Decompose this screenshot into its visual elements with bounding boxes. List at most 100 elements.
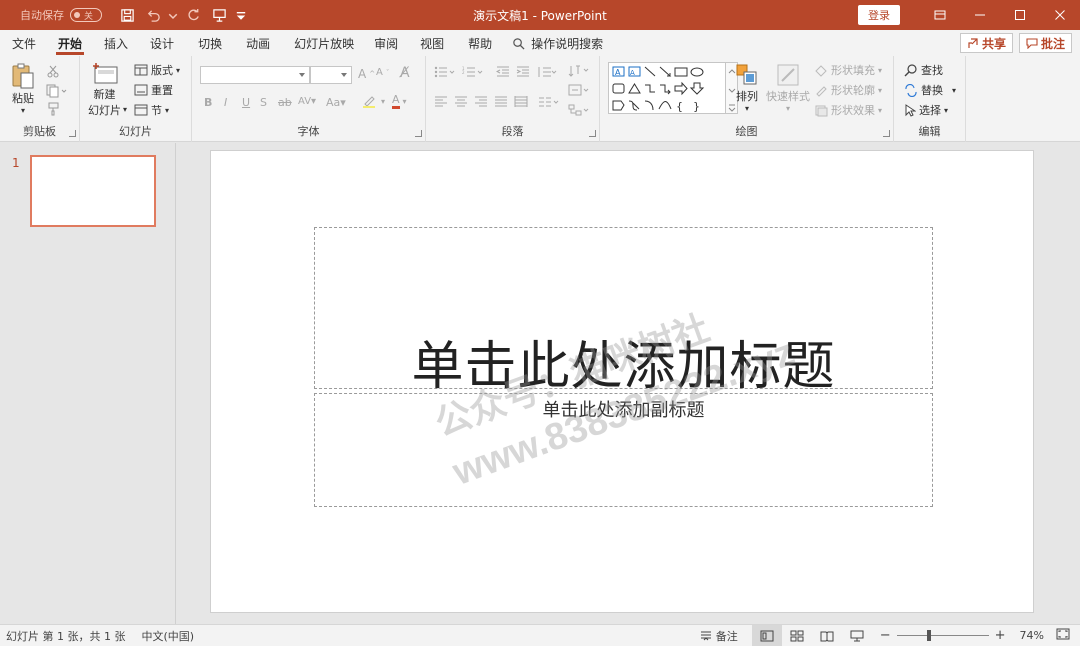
bullets-icon[interactable] xyxy=(434,66,456,78)
undo-icon[interactable] xyxy=(142,4,164,26)
text-direction-icon[interactable] xyxy=(568,64,590,78)
tab-design[interactable]: 设计 xyxy=(136,30,188,56)
find-button[interactable]: 查找 xyxy=(904,62,943,78)
quick-styles-button[interactable]: 快速样式 ▾ xyxy=(766,62,810,113)
numbering-icon[interactable]: 12 xyxy=(462,66,484,78)
title-placeholder[interactable]: 单击此处添加标题 xyxy=(314,227,933,397)
save-icon[interactable] xyxy=(116,4,138,26)
title-bar: 自动保存 关 演示文稿1 - PowerPoint 登录 xyxy=(0,0,1080,30)
columns-icon[interactable] xyxy=(538,96,560,108)
replace-label: 替换 xyxy=(921,84,943,97)
minimize-icon[interactable] xyxy=(960,0,1000,30)
notes-button[interactable]: 备注 xyxy=(700,628,738,644)
language-status[interactable]: 中文(中国) xyxy=(141,628,194,644)
font-launcher-icon[interactable] xyxy=(415,130,422,137)
comments-button[interactable]: 批注 xyxy=(1018,33,1072,53)
tab-review[interactable]: 审阅 xyxy=(364,30,408,56)
increase-indent-icon[interactable] xyxy=(516,66,530,78)
slide-canvas[interactable]: 单击此处添加标题 单击此处添加副标题 xyxy=(210,150,1034,613)
align-right-icon[interactable] xyxy=(474,96,488,108)
decrease-font-size-icon[interactable]: Aˇ xyxy=(376,67,389,78)
drawing-launcher-icon[interactable] xyxy=(883,130,890,137)
cut-icon[interactable] xyxy=(46,64,60,81)
strikethrough-icon[interactable]: ab xyxy=(278,96,292,109)
new-slide-dropdown-icon[interactable]: ▾ xyxy=(123,105,127,114)
paragraph-group-label: 段落 xyxy=(501,125,524,138)
paragraph-launcher-icon[interactable] xyxy=(589,130,596,137)
tab-animations[interactable]: 动画 xyxy=(232,30,284,56)
align-left-icon[interactable] xyxy=(434,96,448,108)
increase-font-size-icon[interactable]: A ^ xyxy=(358,67,375,81)
normal-view-button[interactable] xyxy=(751,624,782,646)
line-spacing-icon[interactable] xyxy=(536,66,558,78)
change-case-icon[interactable]: Aa▾ xyxy=(326,96,346,109)
shape-effects-button[interactable]: 形状效果 ▾ xyxy=(814,102,882,118)
shapes-gallery-icons: A A { } xyxy=(612,66,705,113)
shape-outline-button[interactable]: 形状轮廓 ▾ xyxy=(814,82,882,98)
maximize-icon[interactable] xyxy=(1000,0,1040,30)
close-icon[interactable] xyxy=(1040,0,1080,30)
align-center-icon[interactable] xyxy=(454,96,468,108)
clipboard-launcher-icon[interactable] xyxy=(69,130,76,137)
decrease-indent-icon[interactable] xyxy=(496,66,510,78)
highlight-icon[interactable]: ▾ xyxy=(362,94,385,108)
align-text-icon[interactable] xyxy=(568,84,590,96)
new-slide-button[interactable]: 新建 幻灯片 xyxy=(88,62,121,118)
replace-button[interactable]: 替换 ▾ xyxy=(904,82,956,98)
tab-home[interactable]: 开始 xyxy=(44,30,96,56)
zoom-in-icon[interactable]: + xyxy=(995,628,1006,643)
autosave-state: 关 xyxy=(84,11,94,22)
reading-view-button[interactable] xyxy=(812,625,842,646)
format-painter-icon[interactable] xyxy=(46,102,60,119)
autosave-toggle[interactable]: 关 xyxy=(70,8,102,22)
smartart-icon[interactable] xyxy=(568,104,590,116)
section-button[interactable]: 节 ▾ xyxy=(134,102,169,118)
font-color-icon[interactable]: A ▾ xyxy=(392,94,407,109)
tab-file[interactable]: 文件 xyxy=(4,30,44,56)
group-clipboard: 粘贴 ▾ 剪贴板 xyxy=(0,56,80,142)
ribbon-display-options-icon[interactable] xyxy=(920,0,960,30)
fit-to-window-icon[interactable] xyxy=(1056,628,1070,643)
reset-button[interactable]: 重置 xyxy=(134,82,173,98)
share-button[interactable]: 共享 xyxy=(959,33,1013,53)
tab-view[interactable]: 视图 xyxy=(408,30,456,56)
text-shadow-icon[interactable]: S xyxy=(260,96,267,109)
slide-show-button[interactable] xyxy=(842,625,872,646)
clear-formatting-icon[interactable]: A̸ xyxy=(400,65,410,81)
font-name-combo[interactable] xyxy=(200,66,310,84)
copy-icon[interactable] xyxy=(46,84,68,101)
distributed-icon[interactable] xyxy=(514,96,528,108)
bold-icon[interactable]: B xyxy=(204,96,212,109)
paste-button[interactable]: 粘贴 ▾ xyxy=(10,62,36,115)
font-size-combo[interactable] xyxy=(310,66,352,84)
replace-icon xyxy=(905,83,917,97)
layout-button[interactable]: 版式 ▾ xyxy=(134,62,180,78)
italic-icon[interactable]: I xyxy=(224,96,227,109)
slide-thumbnail-pane: 1 xyxy=(0,143,176,624)
justify-icon[interactable] xyxy=(494,96,508,108)
zoom-slider[interactable] xyxy=(896,630,989,641)
slide-sorter-view-button[interactable] xyxy=(782,625,812,646)
login-button[interactable]: 登录 xyxy=(858,5,900,25)
undo-dropdown-icon[interactable] xyxy=(168,4,178,26)
zoom-slider-thumb[interactable] xyxy=(927,630,932,641)
underline-icon[interactable]: U xyxy=(242,96,250,109)
shapes-gallery[interactable]: A A { } xyxy=(608,62,726,114)
notes-label: 备注 xyxy=(715,629,738,643)
tab-transitions[interactable]: 切换 xyxy=(188,30,232,56)
zoom-level[interactable]: 74% xyxy=(1020,629,1044,642)
tell-me-search[interactable]: 操作说明搜索 xyxy=(512,35,603,52)
customize-toolbar-icon[interactable] xyxy=(234,4,248,26)
subtitle-placeholder[interactable]: 单击此处添加副标题 xyxy=(314,393,933,507)
tab-slide-show[interactable]: 幻灯片放映 xyxy=(284,30,364,56)
shape-fill-button[interactable]: 形状填充 ▾ xyxy=(814,62,882,78)
character-spacing-icon[interactable]: AV▾ xyxy=(298,96,316,107)
redo-icon[interactable] xyxy=(182,4,204,26)
tab-help[interactable]: 帮助 xyxy=(456,30,504,56)
tab-insert[interactable]: 插入 xyxy=(96,30,136,56)
present-from-start-icon[interactable] xyxy=(208,4,230,26)
slide-thumbnail[interactable] xyxy=(30,155,156,227)
arrange-button[interactable]: 排列 ▾ xyxy=(734,62,760,113)
zoom-out-icon[interactable]: − xyxy=(880,628,891,643)
select-button[interactable]: 选择 ▾ xyxy=(904,102,948,118)
